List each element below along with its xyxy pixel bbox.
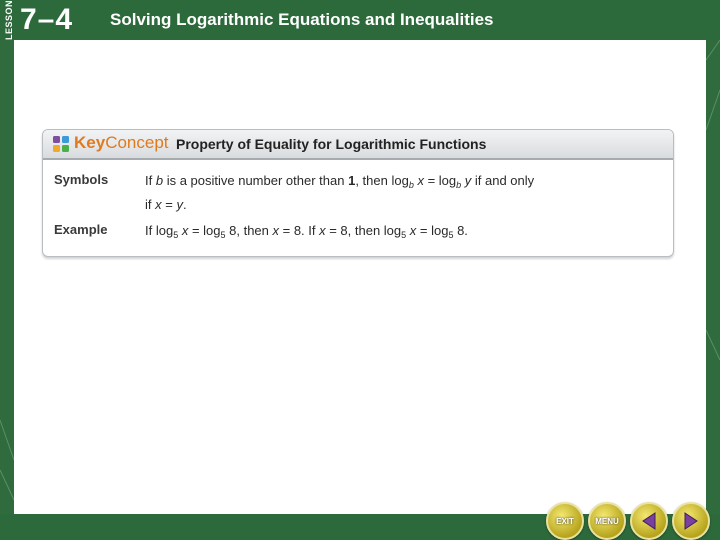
key-concept-box: KeyConcept Property of Equality for Loga… bbox=[42, 129, 674, 257]
menu-button[interactable]: MENU bbox=[588, 502, 626, 540]
key-concept-badge-concept: Concept bbox=[105, 133, 169, 152]
key-concept-header: KeyConcept Property of Equality for Loga… bbox=[43, 130, 673, 160]
lesson-number: 7–4 bbox=[20, 3, 74, 36]
lesson-title: Solving Logarithmic Equations and Inequa… bbox=[110, 10, 494, 29]
previous-button[interactable] bbox=[630, 502, 668, 540]
key-concept-badge: KeyConcept bbox=[74, 133, 169, 153]
menu-button-label: MENU bbox=[595, 516, 619, 526]
key-concept-title: Property of Equality for Logarithmic Fun… bbox=[176, 136, 487, 152]
exit-button[interactable]: EXIT bbox=[546, 502, 584, 540]
symbols-text: If b is a positive number other than 1, … bbox=[145, 173, 535, 212]
triangle-left-icon bbox=[642, 512, 656, 530]
example-text: If log5 x = log5 8, then x = 8. If x = 8… bbox=[145, 223, 468, 240]
slide-content bbox=[14, 40, 706, 514]
key-concept-badge-key: Key bbox=[74, 133, 106, 152]
slide-header: LESSON 7–4 Solving Logarithmic Equations… bbox=[0, 0, 720, 40]
lesson-label: LESSON bbox=[4, 0, 14, 40]
exit-button-label: EXIT bbox=[556, 516, 574, 526]
example-label: Example bbox=[54, 222, 108, 237]
next-button[interactable] bbox=[672, 502, 710, 540]
symbols-label: Symbols bbox=[54, 172, 109, 187]
key-concept-icon bbox=[53, 136, 69, 152]
triangle-right-icon bbox=[684, 512, 698, 530]
